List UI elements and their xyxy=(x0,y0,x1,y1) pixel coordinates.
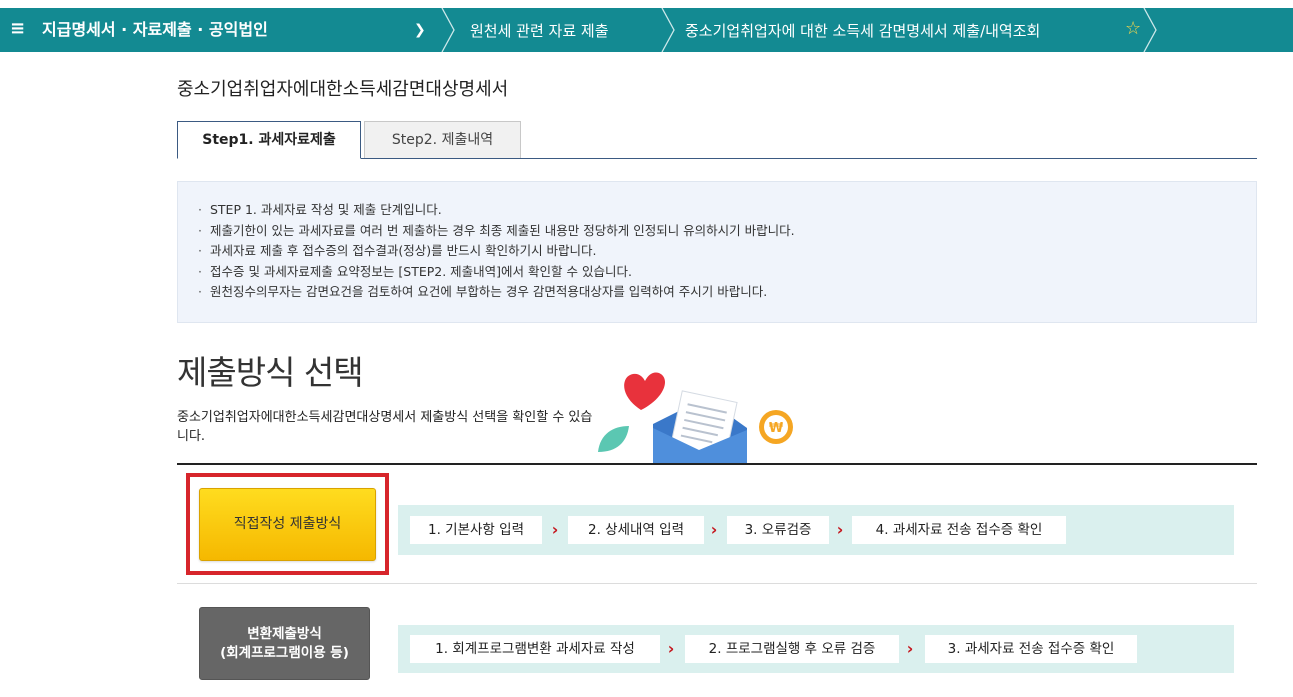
hamburger-menu-icon[interactable]: ≡ xyxy=(10,17,25,41)
convert-submission-button[interactable]: 변환제출방식 (회계프로그램이용 등) xyxy=(199,607,370,680)
breadcrumb-separator-icon xyxy=(1143,8,1157,52)
breadcrumb-item-withholding[interactable]: 원천세 관련 자료 제출 xyxy=(470,20,609,42)
step-tabs: Step1. 과세자료제출 Step2. 제출내역 xyxy=(177,121,1257,159)
top-nav-bar: ≡ 지급명세서 · 자료제출 · 공익법인 ❯ 원천세 관련 자료 제출 중소기… xyxy=(0,8,1293,52)
arrow-right-icon: › xyxy=(836,520,844,539)
convert-step-3: 3. 과세자료 전송 접수증 확인 xyxy=(925,635,1137,663)
row-divider xyxy=(177,583,1257,584)
info-item: 원천징수의무자는 감면요건을 검토하여 요건에 부합하는 경우 감면적용대상자를… xyxy=(198,282,795,303)
direct-submission-button[interactable]: 직접작성 제출방식 xyxy=(199,488,376,561)
info-item: 접수증 및 과세자료제출 요약정보는 [STEP2. 제출내역]에서 확인할 수… xyxy=(198,262,795,283)
favorite-star-icon[interactable]: ☆ xyxy=(1125,17,1141,41)
chevron-down-icon[interactable]: ❯ xyxy=(414,20,426,40)
direct-step-4: 4. 과세자료 전송 접수증 확인 xyxy=(852,516,1066,544)
direct-steps-bar: 1. 기본사항 입력 › 2. 상세내역 입력 › 3. 오류검증 › 4. 과… xyxy=(398,505,1234,555)
info-item: STEP 1. 과세자료 작성 및 제출 단계입니다. xyxy=(198,200,795,221)
tab-step2[interactable]: Step2. 제출내역 xyxy=(364,121,521,158)
convert-steps-bar: 1. 회계프로그램변환 과세자료 작성 › 2. 프로그램실행 후 오류 검증 … xyxy=(398,625,1234,673)
info-item: 과세자료 제출 후 접수증의 접수결과(정상)를 반드시 확인하기시 바랍니다. xyxy=(198,241,795,262)
page-title: 중소기업취업자에대한소득세감면대상명세서 xyxy=(177,79,509,100)
arrow-right-icon: › xyxy=(710,520,718,539)
direct-step-2: 2. 상세내역 입력 xyxy=(568,516,704,544)
arrow-right-icon: › xyxy=(551,520,559,539)
direct-step-1: 1. 기본사항 입력 xyxy=(410,516,542,544)
breadcrumb-separator-icon xyxy=(441,8,455,52)
section-description: 중소기업취업자에대한소득세감면대상명세서 제출방식 선택을 확인할 수 있습니다… xyxy=(177,410,593,444)
info-notice-box: STEP 1. 과세자료 작성 및 제출 단계입니다. 제출기한이 있는 과세자… xyxy=(177,181,1257,323)
breadcrumb-item-current[interactable]: 중소기업취업자에 대한 소득세 감면명세서 제출/내역조회 xyxy=(685,20,1040,42)
convert-step-1: 1. 회계프로그램변환 과세자료 작성 xyxy=(410,635,660,663)
breadcrumb-separator-icon xyxy=(661,8,675,52)
convert-step-2: 2. 프로그램실행 후 오류 검증 xyxy=(685,635,899,663)
section-divider xyxy=(177,463,1257,465)
svg-text:₩: ₩ xyxy=(769,421,784,436)
convert-button-label-line1: 변환제출방식 xyxy=(247,626,322,642)
section-heading: 제출방식 선택 xyxy=(177,353,364,392)
convert-button-label-line2: (회계프로그램이용 등) xyxy=(220,645,349,661)
tab-step1[interactable]: Step1. 과세자료제출 xyxy=(177,121,361,159)
arrow-right-icon: › xyxy=(906,639,914,658)
direct-step-3: 3. 오류검증 xyxy=(727,516,829,544)
envelope-illustration: ₩ xyxy=(598,372,793,464)
arrow-right-icon: › xyxy=(667,639,675,658)
info-item: 제출기한이 있는 과세자료를 여러 번 제출하는 경우 최종 제출된 내용만 정… xyxy=(198,221,795,242)
info-list: STEP 1. 과세자료 작성 및 제출 단계입니다. 제출기한이 있는 과세자… xyxy=(198,200,795,303)
nav-section-title[interactable]: 지급명세서 · 자료제출 · 공익법인 xyxy=(42,19,268,41)
